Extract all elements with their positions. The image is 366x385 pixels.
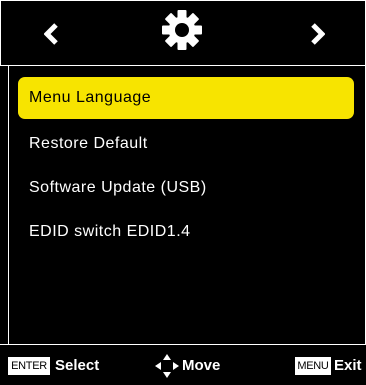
menu-item-software-update[interactable]: Software Update (USB): [18, 167, 354, 209]
select-hint-label: Select: [55, 357, 100, 374]
menu-item-label: Menu Language: [29, 89, 152, 106]
menu-item-menu-language[interactable]: Menu Language: [18, 77, 354, 119]
menu-item-label: Software Update (USB): [29, 179, 207, 196]
chevron-left-icon[interactable]: [42, 22, 62, 46]
move-hint-label: Move: [182, 357, 221, 374]
move-arrows-icon: [155, 354, 179, 378]
enter-key-badge: ENTER: [8, 357, 50, 375]
menu-item-label: EDID switch EDID1.4: [29, 223, 191, 240]
chevron-right-icon[interactable]: [307, 22, 327, 46]
menu-item-edid-switch[interactable]: EDID switch EDID1.4: [18, 211, 354, 253]
settings-menu: Menu Language Restore Default Software U…: [8, 66, 366, 344]
exit-hint-label: Exit: [334, 357, 362, 374]
header-bar: [0, 0, 366, 66]
menu-item-restore-default[interactable]: Restore Default: [18, 123, 354, 165]
gear-icon: [162, 10, 202, 50]
menu-item-label: Restore Default: [29, 135, 148, 152]
menu-key-badge: MENU: [295, 357, 331, 375]
footer-hints: ENTER Select Move MENU Exit: [0, 344, 366, 385]
